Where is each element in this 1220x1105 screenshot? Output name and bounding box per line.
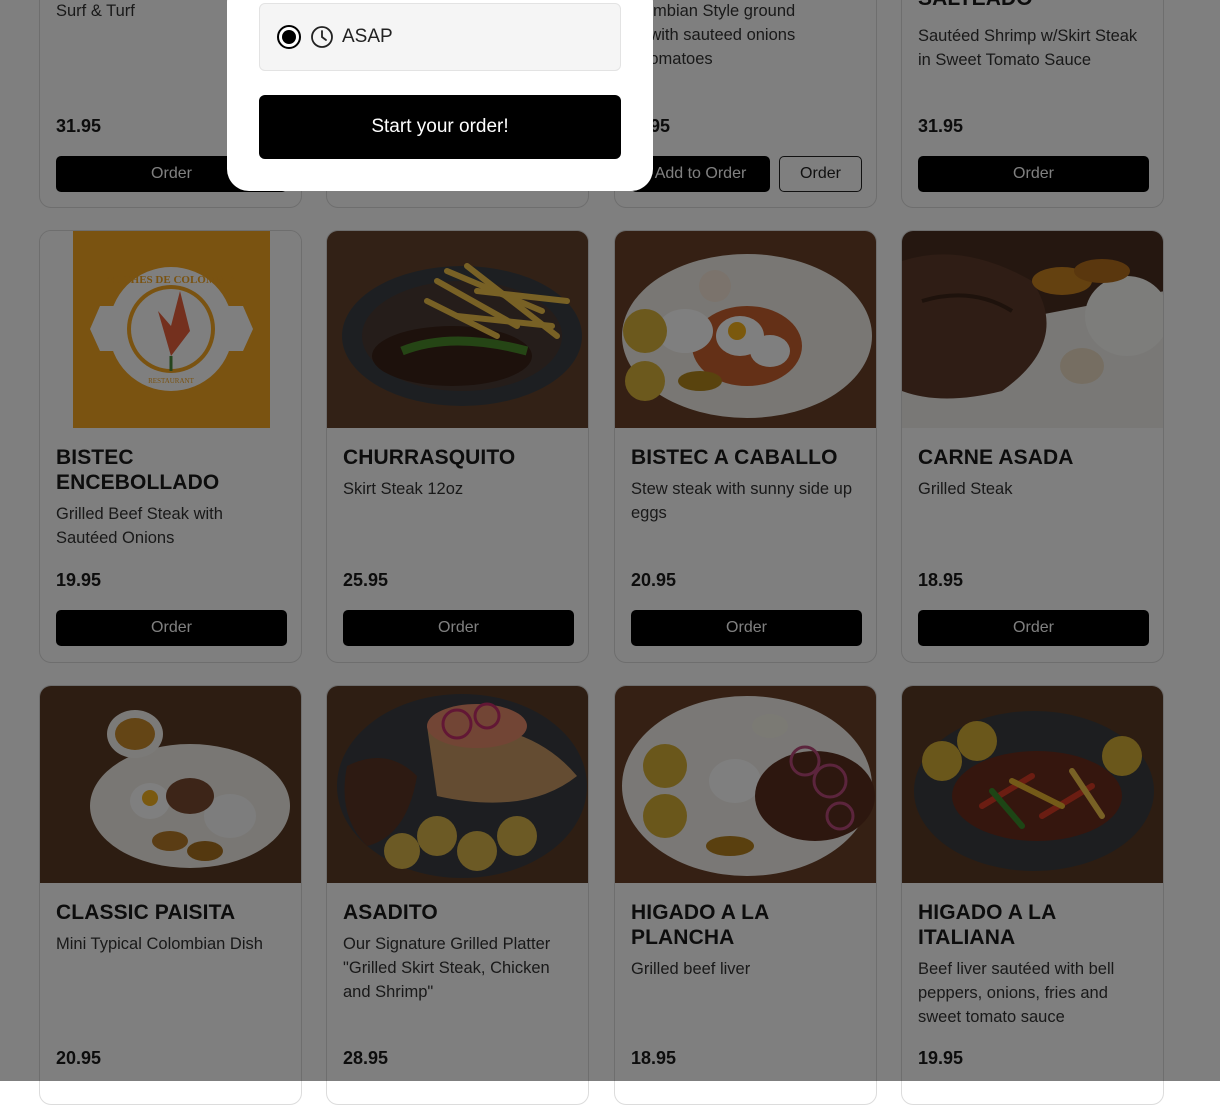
radio-selected-icon[interactable]: [277, 25, 301, 49]
asap-label: ASAP: [342, 26, 393, 47]
order-time-modal: ASAP Start your order!: [227, 0, 653, 191]
clock-icon: [311, 26, 333, 48]
start-order-button[interactable]: Start your order!: [259, 95, 621, 159]
asap-option[interactable]: ASAP: [259, 3, 621, 71]
